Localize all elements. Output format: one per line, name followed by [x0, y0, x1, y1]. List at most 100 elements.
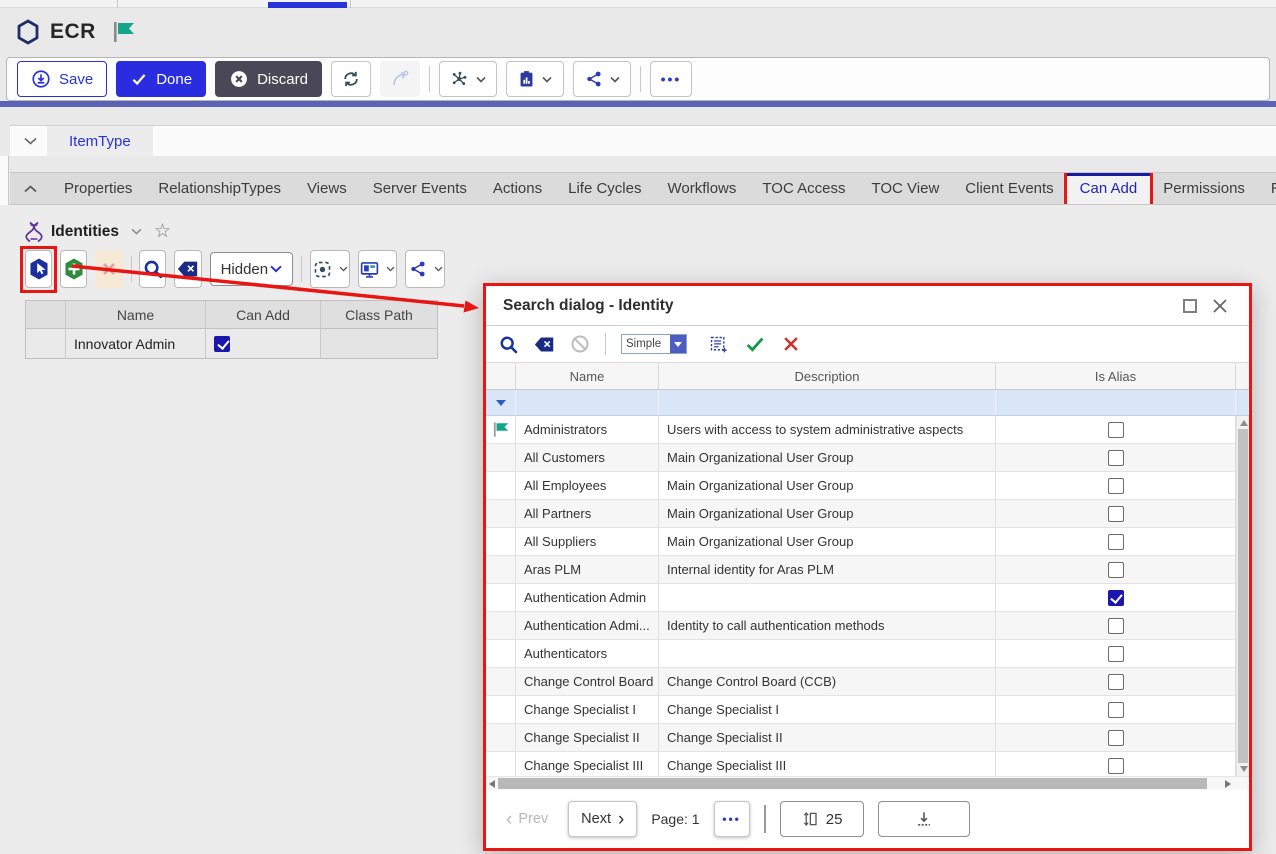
is-alias-checkbox[interactable]: [1108, 590, 1124, 606]
scroll-up-arrow-icon[interactable]: [1240, 420, 1248, 426]
favorite-star-icon[interactable]: ☆: [154, 222, 171, 241]
table-row[interactable]: All Suppliers Main Organizational User G…: [486, 528, 1236, 556]
column-header-is-alias[interactable]: Is Alias: [996, 363, 1236, 389]
cell-name[interactable]: Authenticators: [516, 640, 659, 667]
cell-description[interactable]: Change Specialist III: [659, 752, 996, 776]
table-row[interactable]: Authentication Admin: [486, 584, 1236, 612]
cell-class-path[interactable]: [321, 329, 437, 358]
add-criteria-button[interactable]: [708, 334, 729, 355]
cancel-selection-button[interactable]: [781, 334, 801, 354]
discard-button[interactable]: Discard: [215, 61, 322, 97]
table-row[interactable]: All Customers Main Organizational User G…: [486, 444, 1236, 472]
close-button[interactable]: [1205, 293, 1235, 319]
dialog-clear-button[interactable]: [534, 336, 555, 353]
is-alias-checkbox[interactable]: [1108, 562, 1124, 578]
is-alias-checkbox[interactable]: [1108, 758, 1124, 774]
table-row[interactable]: Innovator Admin: [26, 329, 437, 358]
cell-name[interactable]: Change Specialist II: [516, 724, 659, 751]
search-button[interactable]: [139, 250, 166, 288]
flag-icon[interactable]: [112, 21, 136, 43]
dialog-title-bar[interactable]: Search dialog - Identity: [486, 286, 1249, 326]
cell-description[interactable]: Main Organizational User Group: [659, 528, 996, 555]
table-row[interactable]: Administrators Users with access to syst…: [486, 416, 1236, 444]
is-alias-checkbox[interactable]: [1108, 422, 1124, 438]
vertical-scroll-thumb[interactable]: [1238, 429, 1248, 763]
add-existing-identity-button[interactable]: [25, 250, 52, 288]
scroll-left-arrow-icon[interactable]: [489, 780, 495, 788]
cell-name[interactable]: Change Specialist I: [516, 696, 659, 723]
can-add-checkbox[interactable]: [214, 336, 230, 352]
table-row[interactable]: Authenticators: [486, 640, 1236, 668]
maximize-button[interactable]: [1175, 293, 1205, 319]
tab-relationshiptypes[interactable]: RelationshipTypes: [145, 173, 294, 204]
cell-name[interactable]: All Customers: [516, 444, 659, 471]
horizontal-scrollbar[interactable]: [486, 776, 1249, 790]
chevron-down-icon[interactable]: [131, 228, 142, 235]
confirm-selection-button[interactable]: [744, 333, 766, 355]
scroll-right-arrow-icon[interactable]: [1225, 780, 1231, 788]
is-alias-checkbox[interactable]: [1108, 534, 1124, 550]
export-download-button[interactable]: [878, 801, 970, 837]
tab-workflows[interactable]: Workflows: [654, 173, 749, 204]
done-button[interactable]: Done: [116, 61, 206, 97]
tab-actions[interactable]: Actions: [480, 173, 555, 204]
table-row[interactable]: Authentication Admi... Identity to call …: [486, 612, 1236, 640]
tab-permissions[interactable]: Permissions: [1150, 173, 1258, 204]
cell-name[interactable]: Change Specialist III: [516, 752, 659, 776]
column-header-name[interactable]: Name: [516, 363, 659, 389]
next-page-button[interactable]: Next ›: [568, 801, 637, 837]
tab-properties[interactable]: Properties: [51, 173, 145, 204]
page-more-button[interactable]: •••: [714, 801, 750, 837]
table-row[interactable]: Aras PLM Internal identity for Aras PLM: [486, 556, 1236, 584]
cell-name[interactable]: Authentication Admin: [516, 584, 659, 611]
cell-name[interactable]: All Suppliers: [516, 528, 659, 555]
visibility-select[interactable]: Hidden: [210, 252, 294, 286]
cell-name[interactable]: All Employees: [516, 472, 659, 499]
is-alias-checkbox[interactable]: [1108, 618, 1124, 634]
table-row[interactable]: All Employees Main Organizational User G…: [486, 472, 1236, 500]
cell-name[interactable]: Authentication Admi...: [516, 612, 659, 639]
select-dropdown-button[interactable]: [670, 335, 686, 353]
tab-server-events[interactable]: Server Events: [360, 173, 480, 204]
icon-column-header[interactable]: [486, 363, 516, 389]
is-alias-checkbox[interactable]: [1108, 702, 1124, 718]
table-row[interactable]: Change Specialist II Change Specialist I…: [486, 724, 1236, 752]
cell-description[interactable]: Identity to call authentication methods: [659, 612, 996, 639]
is-alias-checkbox[interactable]: [1108, 450, 1124, 466]
window-tab-strip[interactable]: [0, 0, 1276, 8]
horizontal-scroll-thumb[interactable]: [498, 778, 1207, 789]
cell-description[interactable]: Change Specialist II: [659, 724, 996, 751]
clear-search-button[interactable]: [174, 250, 201, 288]
cell-description[interactable]: Internal identity for Aras PLM: [659, 556, 996, 583]
filter-cell-is-alias[interactable]: [996, 390, 1236, 415]
save-button[interactable]: Save: [17, 61, 107, 97]
create-new-identity-button[interactable]: [60, 250, 87, 288]
is-alias-checkbox[interactable]: [1108, 506, 1124, 522]
cell-description[interactable]: [659, 584, 996, 611]
cell-name[interactable]: Administrators: [516, 416, 659, 443]
table-row[interactable]: All Partners Main Organizational User Gr…: [486, 500, 1236, 528]
is-alias-checkbox[interactable]: [1108, 478, 1124, 494]
tab-client-events[interactable]: Client Events: [952, 173, 1066, 204]
tab-reports[interactable]: Reports: [1258, 173, 1276, 204]
cell-description[interactable]: Main Organizational User Group: [659, 472, 996, 499]
share-grid-menu-button[interactable]: [405, 250, 445, 288]
cell-name[interactable]: All Partners: [516, 500, 659, 527]
cell-description[interactable]: Users with access to system administrati…: [659, 416, 996, 443]
column-header-name[interactable]: Name: [66, 301, 206, 328]
cell-description[interactable]: Main Organizational User Group: [659, 500, 996, 527]
cell-description[interactable]: Change Specialist I: [659, 696, 996, 723]
filter-menu-cell[interactable]: [486, 390, 516, 415]
search-mode-select[interactable]: Simple: [621, 334, 687, 354]
cell-description[interactable]: [659, 640, 996, 667]
itemtype-tab[interactable]: ItemType: [47, 126, 153, 157]
is-alias-checkbox[interactable]: [1108, 730, 1124, 746]
reports-menu-button[interactable]: [506, 61, 564, 97]
focus-menu-button[interactable]: [310, 250, 350, 288]
column-header-description[interactable]: Description: [659, 363, 996, 389]
tab-life-cycles[interactable]: Life Cycles: [555, 173, 654, 204]
tab-can-add[interactable]: Can Add: [1067, 173, 1151, 204]
tab-views[interactable]: Views: [294, 173, 360, 204]
filter-cell-name[interactable]: [516, 390, 659, 415]
column-header-class-path[interactable]: Class Path: [321, 301, 437, 328]
